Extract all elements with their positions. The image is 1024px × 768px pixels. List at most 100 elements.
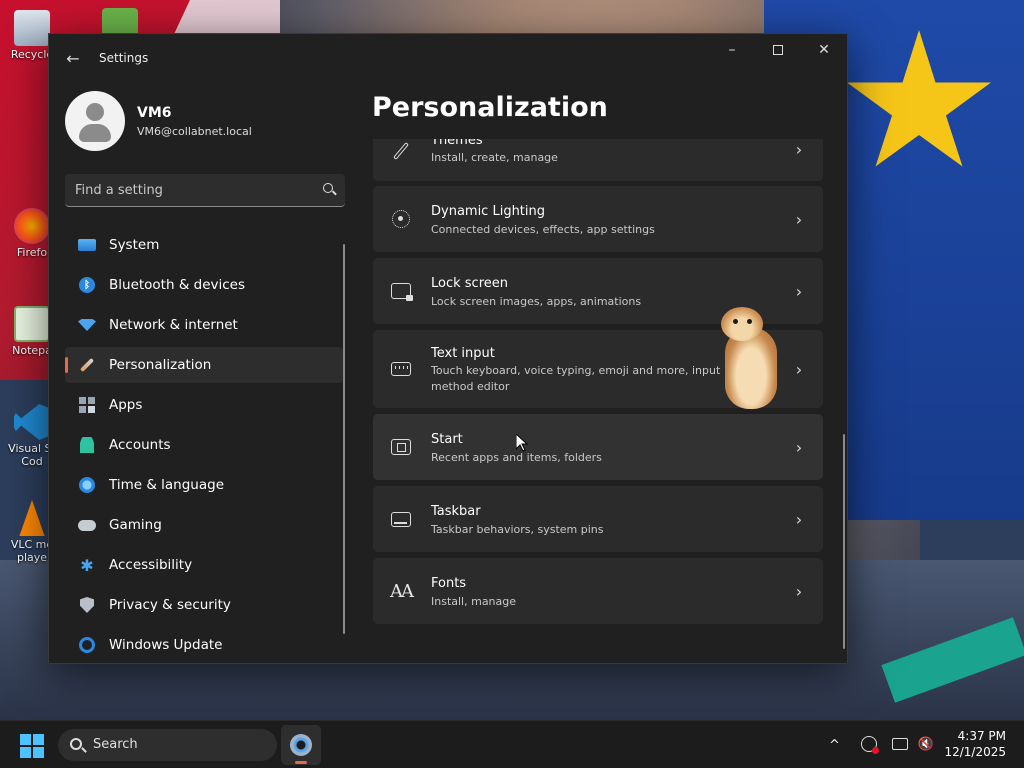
start-button-windows-icon[interactable]	[20, 734, 44, 758]
recycle-bin-icon	[14, 10, 50, 46]
gear-icon	[290, 734, 312, 756]
taskbar: Search ^ 🔇 4:37 PM 12/1/2025	[0, 720, 1024, 768]
system-icon	[77, 235, 97, 255]
card-subtitle: Lock screen images, apps, animations	[431, 295, 642, 308]
maximize-icon	[773, 45, 783, 55]
sidebar-item-system[interactable]: System	[65, 227, 343, 263]
card-dynamic-lighting[interactable]: Dynamic Lighting Connected devices, effe…	[373, 186, 823, 252]
card-start[interactable]: Start Recent apps and items, folders ›	[373, 414, 823, 480]
apps-icon	[77, 395, 97, 415]
taskbar-search[interactable]: Search	[58, 729, 277, 761]
desktop-icon-label: Firefo	[16, 246, 48, 259]
desktop-icon-label: Notepa	[12, 344, 52, 357]
sidebar-item-label: Apps	[109, 397, 143, 413]
profile-name: VM6	[137, 105, 172, 121]
hamster-eye	[747, 319, 752, 324]
sidebar-item-gaming[interactable]: Gaming	[65, 507, 343, 543]
sidebar-scrollbar[interactable]	[343, 244, 345, 634]
page-title: Personalization	[372, 92, 608, 123]
avatar-head-shape	[86, 103, 104, 121]
chevron-right-icon: ›	[795, 139, 803, 159]
chevron-right-icon: ›	[795, 437, 803, 457]
user-profile[interactable]: VM6 VM6@collabnet.local	[65, 91, 345, 151]
sidebar-item-label: Gaming	[109, 517, 162, 533]
gamepad-icon	[77, 515, 97, 535]
vlc-cone-icon	[19, 500, 45, 536]
vscode-icon	[14, 404, 50, 440]
card-subtitle: Touch keyboard, voice typing, emoji and …	[431, 364, 721, 393]
sidebar-item-accounts[interactable]: Accounts	[65, 427, 343, 463]
desktop-icon-label: VLC me playe	[10, 538, 54, 564]
sidebar-item-label: Time & language	[109, 477, 225, 493]
avatar	[65, 91, 125, 151]
sidebar-item-time-language[interactable]: Time & language	[65, 467, 343, 503]
sidebar-item-privacy[interactable]: Privacy & security	[65, 587, 343, 623]
sidebar-item-label: Accounts	[109, 437, 171, 453]
card-themes[interactable]: Themes Install, create, manage ›	[373, 139, 823, 181]
card-title: Start	[431, 432, 463, 447]
card-subtitle: Install, manage	[431, 595, 517, 608]
minimize-button[interactable]: –	[709, 34, 755, 66]
sidebar-item-apps[interactable]: Apps	[65, 387, 343, 423]
card-title: Text input	[431, 346, 495, 361]
search-icon	[70, 738, 82, 750]
back-arrow-icon: ←	[66, 48, 80, 68]
notepad-icon	[14, 306, 50, 342]
avatar-body-shape	[79, 124, 111, 142]
maximize-button[interactable]	[755, 34, 801, 66]
lighting-icon	[389, 207, 413, 231]
close-button[interactable]: ✕	[801, 34, 847, 66]
accessibility-icon: ✱	[80, 555, 94, 575]
sidebar-item-bluetooth[interactable]: ᛒ Bluetooth & devices	[65, 267, 343, 303]
taskbar-icon	[389, 507, 413, 531]
volume-muted-icon[interactable]: 🔇	[918, 736, 934, 752]
search-input[interactable]	[65, 174, 345, 206]
clock[interactable]: 4:37 PM 12/1/2025	[944, 728, 1006, 760]
person-icon	[77, 435, 97, 455]
card-subtitle: Install, create, manage	[431, 151, 558, 164]
sidebar-item-label: Accessibility	[109, 557, 193, 573]
fonts-icon: AA	[390, 580, 414, 602]
start-icon	[389, 435, 413, 459]
sync-alert-icon[interactable]	[861, 736, 879, 754]
sidebar-item-label: Network & internet	[109, 317, 238, 333]
firefox-icon	[14, 208, 50, 244]
taskbar-app-settings[interactable]	[281, 725, 321, 765]
content-scrollbar[interactable]	[843, 434, 845, 649]
taskbar-search-label: Search	[93, 737, 138, 752]
globe-clock-icon	[77, 475, 97, 495]
chevron-right-icon: ›	[795, 509, 803, 529]
sidebar-nav: System ᛒ Bluetooth & devices Network & i…	[65, 227, 343, 663]
card-fonts[interactable]: AA Fonts Install, manage ›	[373, 558, 823, 624]
chevron-right-icon: ›	[795, 281, 803, 301]
back-button[interactable]: ←	[61, 46, 85, 70]
bluetooth-icon: ᛒ	[77, 275, 97, 295]
sidebar-item-windows-update[interactable]: Windows Update	[65, 627, 343, 663]
brush-icon	[389, 139, 413, 163]
card-subtitle: Connected devices, effects, app settings	[431, 223, 655, 236]
sidebar-item-network[interactable]: Network & internet	[65, 307, 343, 343]
sidebar-item-accessibility[interactable]: ✱ Accessibility	[65, 547, 343, 583]
network-icon[interactable]	[892, 738, 908, 750]
close-icon: ✕	[818, 42, 830, 58]
settings-search	[65, 174, 345, 207]
title-bar[interactable]: ← Settings – ✕	[49, 34, 847, 82]
chevron-right-icon: ›	[795, 209, 803, 229]
update-icon	[77, 635, 97, 655]
tray-overflow-chevron-icon[interactable]: ^	[829, 738, 840, 753]
card-title: Lock screen	[431, 276, 508, 291]
search-icon[interactable]	[323, 183, 333, 193]
desktop-icon-label: Recycle	[10, 48, 54, 61]
sidebar-item-personalization[interactable]: Personalization	[65, 347, 343, 383]
wifi-icon	[77, 315, 97, 335]
hamster-eye	[733, 319, 738, 324]
sidebar-item-label: Personalization	[109, 357, 212, 373]
card-taskbar[interactable]: Taskbar Taskbar behaviors, system pins ›	[373, 486, 823, 552]
lock-screen-icon	[389, 279, 413, 303]
chevron-right-icon: ›	[795, 581, 803, 601]
minimize-icon: –	[728, 42, 736, 58]
card-title: Fonts	[431, 576, 467, 591]
desktop-pet-hamster[interactable]	[719, 307, 781, 411]
sidebar-item-label: System	[109, 237, 160, 253]
card-subtitle: Recent apps and items, folders	[431, 451, 602, 464]
